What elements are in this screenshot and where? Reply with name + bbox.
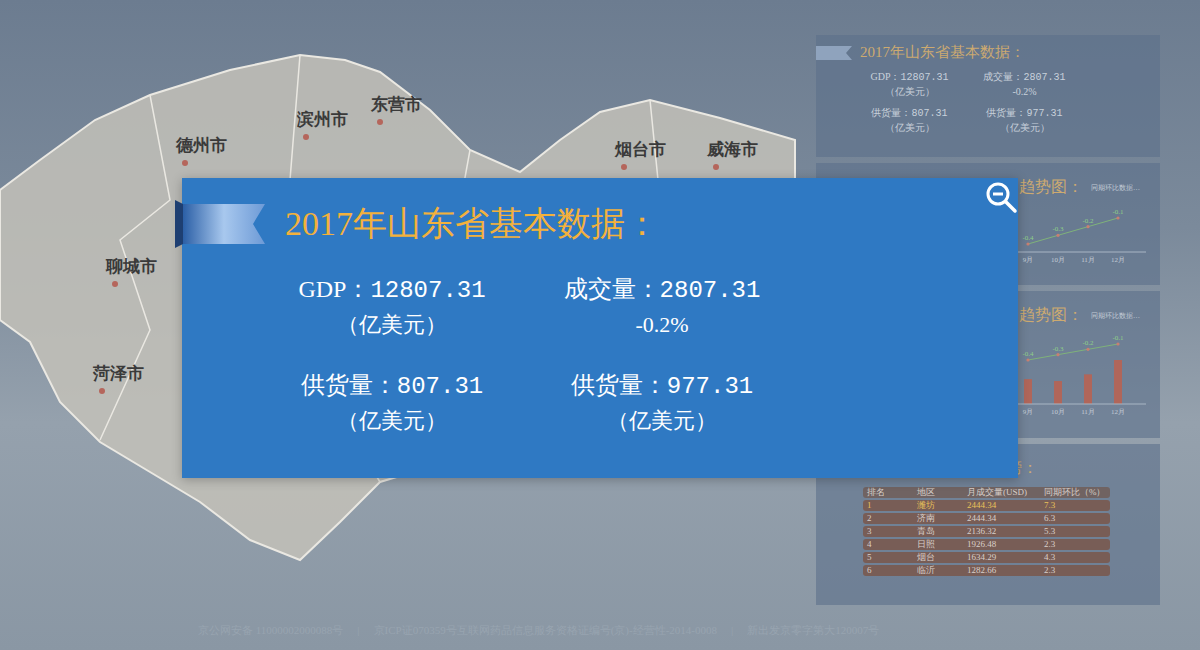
svg-text:9月: 9月 xyxy=(1023,408,1034,416)
line-point[interactable] xyxy=(1086,225,1089,228)
svg-text:10月: 10月 xyxy=(1051,408,1065,416)
stat-item: 供货量：977.31 （亿美元） xyxy=(967,106,1082,134)
line-point[interactable] xyxy=(1026,358,1029,361)
city-label[interactable]: 东营市 xyxy=(371,93,422,125)
city-dot xyxy=(621,164,627,170)
svg-text:-0.2: -0.2 xyxy=(1082,339,1094,347)
stat-item: GDP：12807.31 （亿美元） xyxy=(257,272,527,342)
city-dot xyxy=(713,164,719,170)
city-label[interactable]: 烟台市 xyxy=(615,138,666,170)
table-row[interactable]: 4日照1926.482.3 xyxy=(863,539,1110,550)
footer-item[interactable]: 京公网安备 11000002000088号 xyxy=(198,623,343,638)
table-row[interactable]: 5烟台1634.294.3 xyxy=(863,552,1110,563)
modal-title: 2017年山东省基本数据： xyxy=(285,201,659,247)
table-row[interactable]: 6临沂1282.662.3 xyxy=(863,565,1110,576)
line-point[interactable] xyxy=(1086,348,1089,351)
city-label[interactable]: 聊城市 xyxy=(106,255,157,287)
chart-bar[interactable] xyxy=(1114,360,1122,404)
svg-text:12月: 12月 xyxy=(1111,256,1125,264)
city-dot xyxy=(182,160,188,166)
stat-item: 成交量：2807.31 -0.2% xyxy=(967,70,1082,98)
data-modal: 2017年山东省基本数据： GDP：12807.31 （亿美元）成交量：2807… xyxy=(182,178,1018,478)
line-point[interactable] xyxy=(1056,353,1059,356)
city-label[interactable]: 滨州市 xyxy=(297,108,348,140)
table-row[interactable]: 3青岛2136.325.3 xyxy=(863,526,1110,537)
city-dot xyxy=(99,388,105,394)
stat-item: 成交量：2807.31 -0.2% xyxy=(527,272,797,342)
svg-text:11月: 11月 xyxy=(1081,256,1095,264)
chart-legend: 同期环比数据… xyxy=(1091,183,1140,193)
stat-item: 供货量：807.31 （亿美元） xyxy=(852,106,967,134)
svg-text:9月: 9月 xyxy=(1023,256,1034,264)
svg-text:-0.4: -0.4 xyxy=(1022,350,1034,358)
svg-text:11月: 11月 xyxy=(1081,408,1095,416)
svg-text:-0.1: -0.1 xyxy=(1112,334,1124,342)
city-dot xyxy=(303,134,309,140)
line-point[interactable] xyxy=(1116,342,1119,345)
line-point[interactable] xyxy=(1026,242,1029,245)
svg-text:-0.2: -0.2 xyxy=(1082,217,1094,225)
stat-item: 供货量：977.31 （亿美元） xyxy=(527,368,797,438)
line-point[interactable] xyxy=(1056,234,1059,237)
table-row[interactable]: 1潍坊2444.347.3 xyxy=(863,500,1110,511)
svg-text:12月: 12月 xyxy=(1111,408,1125,416)
svg-text:-0.1: -0.1 xyxy=(1112,208,1124,216)
line-point[interactable] xyxy=(1116,216,1119,219)
zoom-out-icon[interactable] xyxy=(984,180,1018,214)
city-label[interactable]: 威海市 xyxy=(707,138,758,170)
svg-text:10月: 10月 xyxy=(1051,256,1065,264)
city-dot xyxy=(377,119,383,125)
chart-legend: 同期环比数据… xyxy=(1091,311,1140,321)
basic-data-panel: 2017年山东省基本数据： GDP：12807.31 （亿美元）成交量：2807… xyxy=(816,35,1160,157)
city-label[interactable]: 德州市 xyxy=(176,134,227,166)
stat-item: 供货量：807.31 （亿美元） xyxy=(257,368,527,438)
svg-text:-0.4: -0.4 xyxy=(1022,234,1034,242)
table-header: 排名地区月成交量(USD)同期环比（%） xyxy=(863,487,1110,498)
table-row[interactable]: 2济南2444.346.3 xyxy=(863,513,1110,524)
ranking-table: 排名地区月成交量(USD)同期环比（%） 1潍坊2444.347.3 2济南244… xyxy=(863,487,1110,576)
bar-chart: -0.4 -0.3 -0.2 -0.1 9月 10月 11月 12月 xyxy=(1016,332,1146,418)
ribbon-icon xyxy=(175,200,265,248)
footer-item[interactable]: 京ICP证070359号互联网药品信息服务资格证编号(京)-经营性-2014-0… xyxy=(374,623,717,638)
footer: 京公网安备 11000002000088号| 京ICP证070359号互联网药品… xyxy=(0,610,1200,650)
chart-bar[interactable] xyxy=(1024,379,1032,404)
city-dot xyxy=(112,281,118,287)
svg-text:-0.3: -0.3 xyxy=(1052,345,1064,353)
chart-bar[interactable] xyxy=(1084,374,1092,404)
footer-item[interactable]: 新出发京零字第大120007号 xyxy=(747,623,879,638)
stat-item: GDP：12807.31 （亿美元） xyxy=(852,70,967,98)
svg-text:-0.3: -0.3 xyxy=(1052,225,1064,233)
ribbon-icon xyxy=(816,44,852,62)
dashboard: 德州市 滨州市 东营市 烟台市 威海市 聊城市 菏泽市 2017年山东省基本数据… xyxy=(0,0,1200,650)
city-label[interactable]: 菏泽市 xyxy=(93,362,144,394)
line-chart: -0.4 -0.3 -0.2 -0.1 9月 10月 11月 12月 xyxy=(1016,204,1146,266)
chart-bar[interactable] xyxy=(1054,381,1062,404)
